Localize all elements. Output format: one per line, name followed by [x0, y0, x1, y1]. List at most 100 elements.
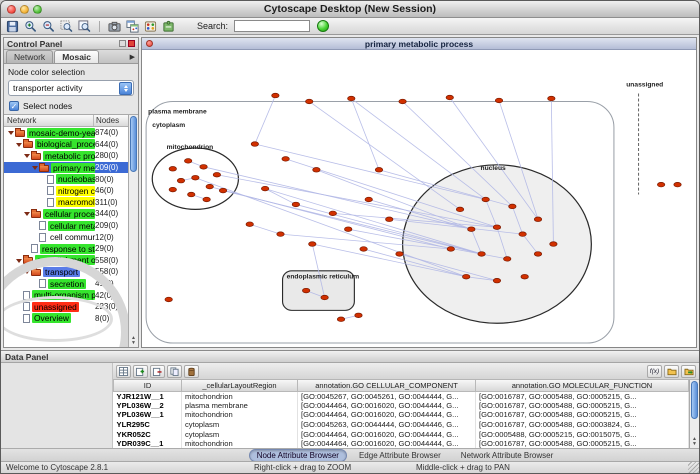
table-cell[interactable]: [GO:0045267, GO:0045261, GO:0044444, G..… — [298, 391, 476, 401]
green-sphere-icon[interactable] — [317, 20, 329, 32]
table-cell[interactable]: plasma membrane — [182, 401, 298, 411]
tab-scroll-right-icon[interactable]: ▶ — [127, 53, 138, 63]
table-row[interactable]: YJR121W__1mitochondrion[GO:0045267, GO:0… — [114, 391, 689, 401]
tree-item[interactable]: biological_process644(0) — [4, 139, 128, 151]
network-node[interactable] — [309, 242, 316, 247]
network-node[interactable] — [550, 242, 557, 247]
network-node[interactable] — [493, 278, 500, 283]
network-node[interactable] — [306, 99, 313, 104]
column-header[interactable]: annotation.GO CELLULAR_COMPONENT — [298, 380, 476, 391]
network-node[interactable] — [674, 182, 681, 187]
expander-icon[interactable] — [23, 150, 31, 161]
network-node[interactable] — [184, 159, 191, 164]
column-header[interactable]: annotation.GO MOLECULAR_FUNCTION — [476, 380, 689, 391]
tree-item[interactable]: response to stimul...29(0) — [4, 243, 128, 255]
tree-item[interactable]: nucleobase...80(0) — [4, 173, 128, 185]
tree-item[interactable]: cell communica...12(0) — [4, 231, 128, 243]
table-cell[interactable]: YLR295C — [114, 420, 182, 430]
network-node[interactable] — [447, 247, 454, 252]
expander-icon[interactable] — [23, 208, 31, 219]
table-cell[interactable]: cytoplasm — [182, 429, 298, 439]
network-node[interactable] — [251, 142, 258, 147]
tree-item[interactable]: nitrogen compo...46(0) — [4, 185, 128, 197]
tree-item[interactable]: mosaic-demo-yeast874(0) — [4, 127, 128, 139]
tab-mosaic[interactable]: Mosaic — [54, 50, 99, 63]
table-cell[interactable]: [GO:0016787, GO:0005488, GO:0005215, G..… — [476, 410, 689, 420]
network-node[interactable] — [321, 295, 328, 300]
expander-icon[interactable] — [15, 139, 23, 150]
attribute-new-icon[interactable] — [133, 365, 148, 378]
network-node[interactable] — [169, 167, 176, 172]
network-node[interactable] — [446, 95, 453, 100]
network-node[interactable] — [203, 197, 210, 202]
network-node[interactable] — [200, 165, 207, 170]
tree-header-nodes[interactable]: Nodes — [94, 116, 128, 125]
network-node[interactable] — [468, 227, 475, 232]
table-cell[interactable]: cytoplasm — [182, 420, 298, 430]
network-node[interactable] — [355, 313, 362, 318]
zoom-selected-icon[interactable] — [59, 19, 74, 34]
table-cell[interactable]: [GO:0045263, GO:0044444, GO:0044446, G..… — [298, 420, 476, 430]
network-node[interactable] — [657, 182, 664, 187]
column-header[interactable]: _cellularLayoutRegion — [182, 380, 298, 391]
tree-item[interactable]: metabolic process280(0) — [4, 150, 128, 162]
network-node[interactable] — [396, 252, 403, 257]
network-edge[interactable] — [309, 101, 460, 209]
table-cell[interactable]: [GO:0044464, GO:0016020, GO:0044444, G..… — [298, 410, 476, 420]
network-node[interactable] — [493, 225, 500, 230]
network-node[interactable] — [534, 252, 541, 257]
zoom-in-icon[interactable] — [23, 19, 38, 34]
network-node[interactable] — [345, 227, 352, 232]
resize-grip[interactable] — [688, 462, 699, 473]
table-cell[interactable]: YPL036W__2 — [114, 401, 182, 411]
data-panel-scrollbar[interactable]: ▲▼ — [689, 380, 699, 448]
network-node[interactable] — [462, 274, 469, 279]
tab-node-attribute-browser[interactable]: Node Attribute Browser — [249, 449, 347, 462]
tree-header-network[interactable]: Network — [4, 115, 94, 126]
table-cell[interactable]: mitochondrion — [182, 391, 298, 401]
network-node[interactable] — [282, 157, 289, 162]
tab-edge-attribute-browser[interactable]: Edge Attribute Browser — [351, 449, 449, 462]
close-button[interactable] — [7, 5, 16, 14]
snapshot-icon[interactable] — [107, 19, 122, 34]
network-node[interactable] — [188, 192, 195, 197]
network-node[interactable] — [548, 96, 555, 101]
network-close-icon[interactable] — [146, 40, 153, 47]
tree-item[interactable]: cellular metabo...209(0) — [4, 220, 128, 232]
network-node[interactable] — [277, 232, 284, 237]
table-row[interactable]: YPL036W__1mitochondrion[GO:0044464, GO:0… — [114, 410, 689, 420]
formula-icon[interactable]: f(x) — [647, 365, 662, 378]
float-panel-icon[interactable] — [119, 40, 126, 47]
network-node[interactable] — [482, 197, 489, 202]
table-cell[interactable]: [GO:0044464, GO:0016020, GO:0044444, G..… — [298, 401, 476, 411]
tree-item[interactable]: primary metabo...209(0) — [4, 162, 128, 174]
trash-icon[interactable] — [184, 365, 199, 378]
table-cell[interactable]: mitochondrion — [182, 410, 298, 420]
table-row[interactable]: YLR295Ccytoplasm[GO:0045263, GO:0044444,… — [114, 420, 689, 430]
network-node[interactable] — [521, 274, 528, 279]
column-header[interactable]: ID — [114, 380, 182, 391]
zoom-out-icon[interactable] — [41, 19, 56, 34]
control-panel-scrollbar[interactable]: ▲▼ — [128, 115, 138, 347]
tab-network-attribute-browser[interactable]: Network Attribute Browser — [453, 449, 561, 462]
network-canvas[interactable]: plasma membranecytoplasmmitochondrionnuc… — [142, 50, 696, 347]
table-cell[interactable]: YKR052C — [114, 429, 182, 439]
tree-item[interactable]: macromolecule...311(0) — [4, 197, 128, 209]
tree-item[interactable]: cellular process344(0) — [4, 208, 128, 220]
network-edge[interactable] — [250, 224, 281, 234]
attribute-delete-icon[interactable] — [150, 365, 165, 378]
attribute-copy-icon[interactable] — [167, 365, 182, 378]
network-node[interactable] — [261, 186, 268, 191]
plugins-icon[interactable] — [161, 19, 176, 34]
network-node[interactable] — [375, 168, 382, 173]
export-folder-icon[interactable] — [681, 365, 696, 378]
network-node[interactable] — [313, 168, 320, 173]
table-row[interactable]: YKR052Ccytoplasm[GO:0044464, GO:0016020,… — [114, 429, 689, 439]
table-cell[interactable]: [GO:0016787, GO:0005488, GO:0003824, G..… — [476, 420, 689, 430]
network-node[interactable] — [206, 184, 213, 189]
scrollbar-thumb[interactable] — [130, 116, 137, 172]
network-node[interactable] — [169, 187, 176, 192]
network-node[interactable] — [386, 217, 393, 222]
network-node[interactable] — [302, 288, 309, 293]
network-node[interactable] — [192, 175, 199, 180]
